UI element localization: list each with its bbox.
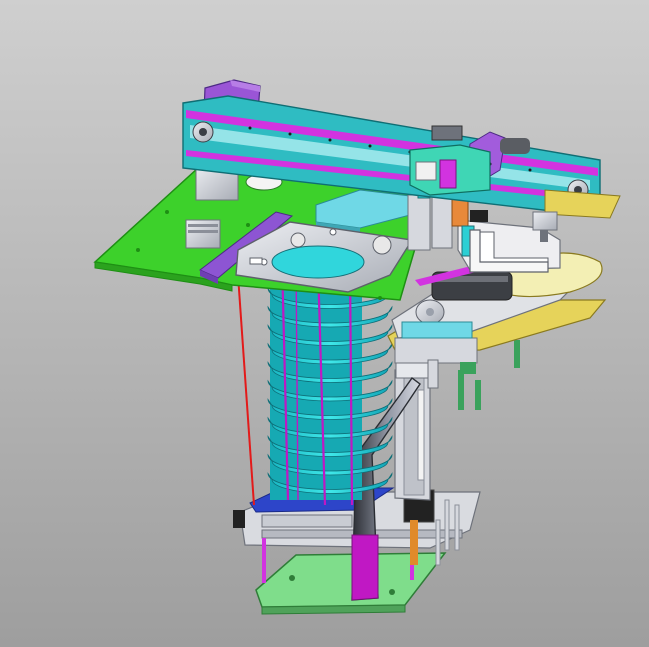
cad-viewport[interactable] bbox=[0, 0, 649, 647]
cad-model-view[interactable] bbox=[0, 0, 649, 647]
